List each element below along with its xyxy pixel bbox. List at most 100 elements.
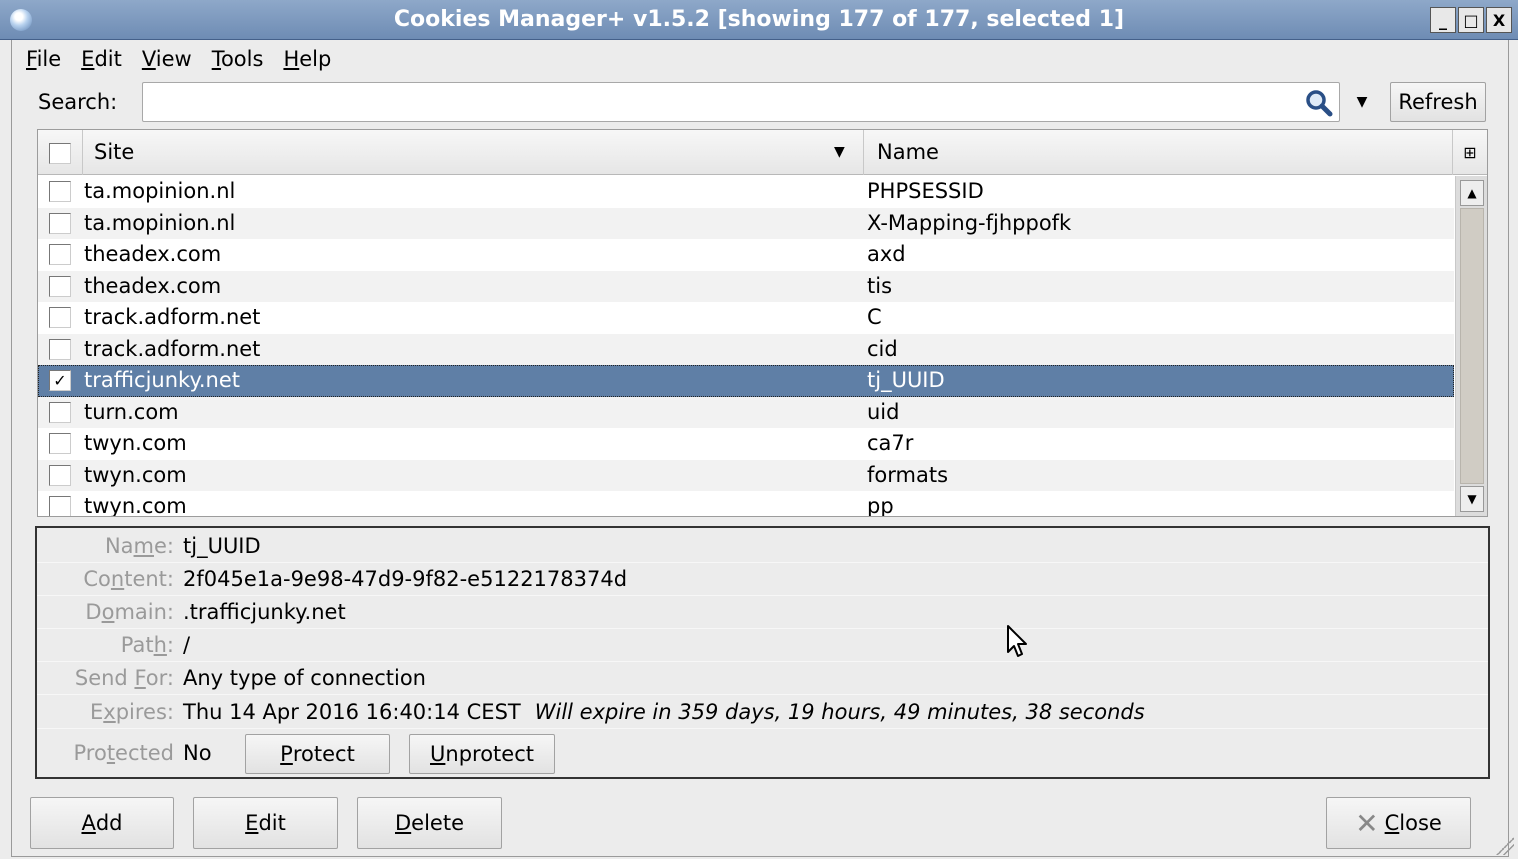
table-row[interactable]: ta.mopinion.nl X-Mapping-fjhppofk — [38, 207, 1454, 239]
row-name: tis — [867, 273, 893, 298]
detail-send-for-row: Send For: Any type of connection — [37, 662, 1488, 695]
detail-send-for-label: Send For: — [74, 666, 174, 690]
table-row[interactable]: track.adform.net cid — [38, 333, 1454, 365]
table-row[interactable]: theadex.com axd — [38, 239, 1454, 271]
row-checkbox[interactable] — [49, 401, 71, 423]
search-input[interactable] — [149, 83, 1269, 119]
unprotect-button[interactable]: Unprotect — [409, 734, 555, 774]
detail-domain-value[interactable]: .trafficjunky.net — [183, 600, 346, 624]
row-checkbox[interactable] — [49, 181, 71, 202]
table-row[interactable]: twyn.com ca7r — [38, 428, 1454, 460]
row-checkbox[interactable] — [49, 338, 71, 360]
row-site: ta.mopinion.nl — [84, 210, 236, 235]
title-bar[interactable]: Cookies Manager+ v1.5.2 [showing 177 of … — [0, 0, 1518, 40]
menu-tools[interactable]: Tools — [202, 42, 274, 76]
row-name: X-Mapping-fjhppofk — [867, 210, 1072, 235]
row-site: trafficjunky.net — [84, 368, 241, 392]
row-checkbox[interactable] — [49, 307, 71, 328]
detail-domain-label: Domain: — [85, 600, 174, 624]
search-field[interactable] — [142, 82, 1340, 122]
delete-button[interactable]: Delete — [357, 797, 502, 849]
menu-bar: File Edit View Tools Help — [16, 42, 341, 76]
expires-countdown: Will expire in 359 days, 19 hours, 49 mi… — [534, 700, 1145, 724]
detail-expires-label: Expires: — [90, 700, 174, 724]
row-name: axd — [867, 242, 906, 266]
close-x-icon: ✕ — [1355, 806, 1379, 840]
row-name: C — [867, 305, 882, 329]
protect-button[interactable]: Protect — [245, 734, 390, 774]
row-site: twyn.com — [84, 431, 187, 455]
cookie-list-header: Site ▼ Name ⊞ — [38, 130, 1487, 175]
window-controls: _ □ X — [1430, 7, 1512, 33]
row-checkbox[interactable] — [49, 244, 71, 265]
menu-help[interactable]: Help — [273, 42, 341, 76]
row-site: theadex.com — [84, 273, 222, 298]
search-options-dropdown[interactable]: ▼ — [1344, 84, 1380, 120]
menu-edit[interactable]: Edit — [71, 42, 132, 76]
row-site: track.adform.net — [84, 336, 261, 361]
scroll-up-icon[interactable]: ▲ — [1460, 180, 1484, 206]
row-name: uid — [867, 399, 900, 424]
search-label: Search: — [38, 90, 118, 114]
detail-expires-row: Expires: Thu 14 Apr 2016 16:40:14 CEST Wi… — [37, 696, 1488, 729]
table-row[interactable]: ta.mopinion.nl PHPSESSID — [38, 176, 1454, 208]
row-checkbox[interactable]: ✓ — [49, 370, 71, 391]
table-row[interactable]: twyn.com formats — [38, 459, 1454, 491]
close-button[interactable]: ✕ Close — [1326, 797, 1471, 849]
window-title: Cookies Manager+ v1.5.2 [showing 177 of … — [393, 7, 1125, 32]
menu-view[interactable]: View — [132, 42, 202, 76]
row-checkbox[interactable] — [49, 433, 71, 454]
row-checkbox[interactable] — [49, 496, 71, 516]
add-button[interactable]: Add — [30, 797, 174, 849]
detail-name-value[interactable]: tj_UUID — [183, 534, 261, 558]
table-row[interactable]: twyn.com pp — [38, 491, 1454, 517]
row-site: twyn.com — [84, 494, 187, 517]
cookie-list[interactable]: Site ▼ Name ⊞ ta.mopinion.nl PHPSESSID ta.… — [37, 129, 1488, 517]
detail-content-value[interactable]: 2f045e1a-9e98-47d9-9f82-e5122178374d — [183, 567, 627, 591]
table-row[interactable]: turn.com uid — [38, 396, 1454, 428]
detail-content-row: Content: 2f045e1a-9e98-47d9-9f82-e512217… — [37, 563, 1488, 596]
row-name: cid — [867, 336, 898, 361]
row-checkbox[interactable] — [49, 464, 71, 486]
magnifier-icon[interactable] — [1304, 89, 1334, 117]
row-name: PHPSESSID — [867, 179, 984, 203]
scroll-thumb[interactable] — [1460, 208, 1484, 484]
detail-path-row: Path: / — [37, 629, 1488, 662]
row-site: ta.mopinion.nl — [84, 179, 236, 203]
table-row[interactable]: track.adform.net C — [38, 302, 1454, 334]
minimize-button[interactable]: _ — [1430, 7, 1456, 33]
detail-send-for-value[interactable]: Any type of connection — [183, 666, 426, 690]
column-name[interactable]: Name — [865, 130, 1453, 175]
table-row[interactable]: ✓ trafficjunky.net tj_UUID — [38, 365, 1454, 397]
detail-path-value[interactable]: / — [183, 633, 190, 657]
scroll-down-icon[interactable]: ▼ — [1460, 486, 1484, 512]
row-checkbox[interactable] — [49, 212, 71, 234]
edit-button[interactable]: Edit — [193, 797, 338, 849]
cookie-details-panel: Name: tj_UUID Content: 2f045e1a-9e98-47d… — [35, 526, 1490, 779]
row-name: pp — [867, 494, 894, 517]
close-window-button[interactable]: X — [1486, 7, 1512, 33]
resize-grip-icon[interactable] — [1494, 835, 1514, 855]
vertical-scrollbar[interactable]: ▲ ▼ — [1455, 176, 1487, 516]
detail-name-label: Name: — [104, 534, 174, 558]
header-select-all[interactable] — [38, 130, 83, 175]
select-all-checkbox[interactable] — [49, 143, 71, 164]
mouse-pointer-icon — [1007, 625, 1027, 657]
menu-file[interactable]: File — [16, 42, 71, 76]
column-picker-icon[interactable]: ⊞ — [1453, 130, 1487, 175]
row-name: ca7r — [867, 431, 914, 455]
row-checkbox[interactable] — [49, 275, 71, 297]
row-site: theadex.com — [84, 242, 222, 266]
cookie-rows: ta.mopinion.nl PHPSESSID ta.mopinion.nl X-M… — [38, 176, 1454, 517]
detail-domain-row: Domain: .trafficjunky.net — [37, 596, 1488, 629]
detail-name-row: Name: tj_UUID — [37, 530, 1488, 563]
column-name-label: Name — [877, 140, 939, 164]
row-site: turn.com — [84, 399, 179, 424]
column-site[interactable]: Site — [84, 130, 864, 175]
sort-descending-icon: ▼ — [834, 144, 845, 160]
refresh-button[interactable]: Refresh — [1390, 82, 1486, 122]
detail-path-label: Path: — [120, 633, 174, 657]
detail-expires-value[interactable]: Thu 14 Apr 2016 16:40:14 CEST Will expire… — [183, 700, 1145, 724]
maximize-button[interactable]: □ — [1458, 7, 1484, 33]
table-row[interactable]: theadex.com tis — [38, 270, 1454, 302]
